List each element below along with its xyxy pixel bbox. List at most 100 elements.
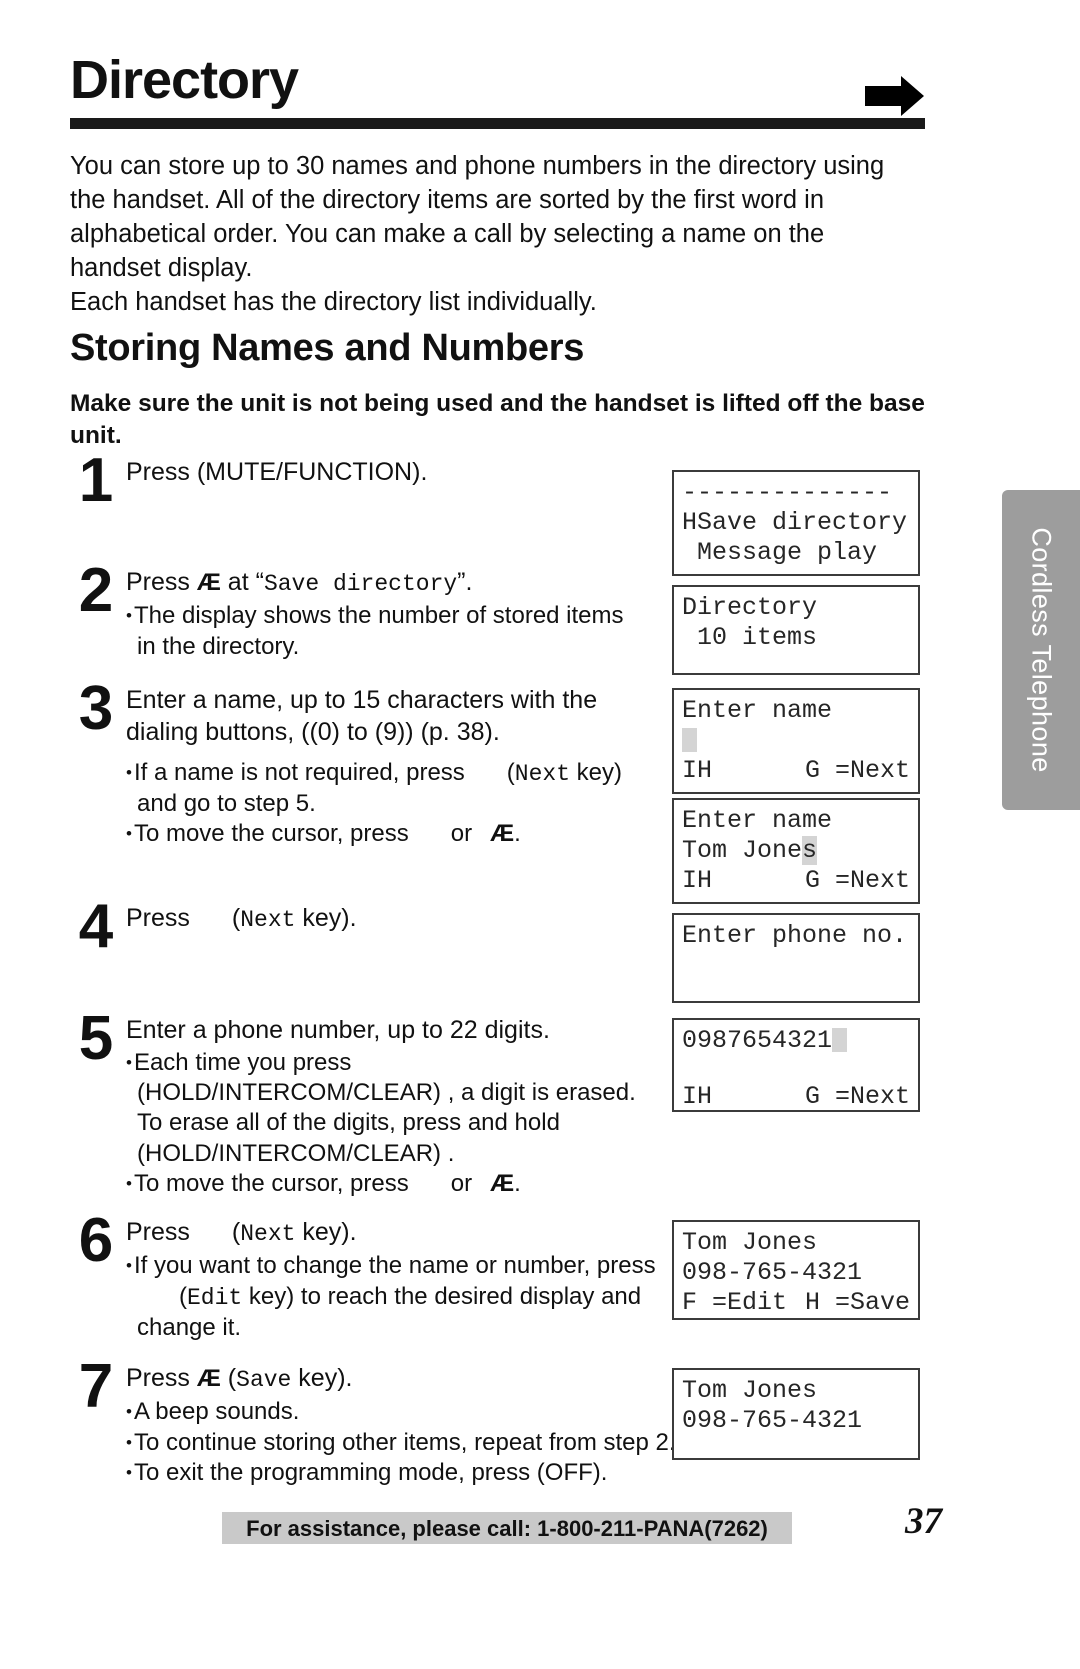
step-6-lead-post: key).	[295, 1218, 357, 1246]
step-3-bullet-1-pre: If a name is not required, press	[133, 759, 465, 786]
step-body: Press Æ (Save key). A beep sounds. To co…	[126, 1362, 746, 1488]
step-body: Press Æ at “Save directory”. The display…	[126, 566, 706, 662]
side-tab-cordless-telephone: Cordless Telephone	[1002, 490, 1080, 810]
step-6-lead-pre: Press	[126, 1218, 190, 1246]
step-6-bullet-1: If you want to change the name or number…	[126, 1251, 726, 1281]
display-line: 098-765-4321	[682, 1406, 863, 1435]
step-5-lead: Enter a phone number, up to 22 digits.	[126, 1016, 550, 1044]
entered-name: Tom Jone	[682, 836, 803, 865]
intro-paragraph-2: Each handset has the directory list indi…	[70, 287, 597, 316]
step-6-bullet-1-cont-1-post: key) to reach the desired display and	[242, 1282, 642, 1310]
display-line: Message play	[682, 538, 878, 567]
display-save-directory: -------------- HSave directory Message p…	[672, 470, 920, 576]
display-line: Directory	[682, 593, 818, 622]
display-status-left: F =Edit	[682, 1288, 788, 1317]
step-5-bullet-1: Each time you press	[126, 1048, 706, 1078]
page-title: Directory	[70, 50, 299, 110]
section-title: Storing Names and Numbers	[70, 327, 585, 369]
step-6-bullet-1-cont-2: change it.	[137, 1313, 242, 1341]
display-status-left: IH	[682, 866, 713, 895]
display-cursor-line	[674, 726, 918, 756]
save-key-literal: Save	[236, 1367, 292, 1393]
right-soft-key-icon: Æ	[196, 1365, 221, 1392]
step-number: 3	[78, 674, 114, 743]
step-3-bullet-2-post: .	[514, 820, 521, 848]
display-line: Enter phone no.	[682, 921, 908, 950]
display-status-line: IH G =Next	[674, 1082, 918, 1112]
page-number: 37	[905, 1501, 942, 1542]
display-status-left: IH	[682, 1082, 713, 1111]
display-enter-name-empty: Enter name IH G =Next	[672, 688, 920, 794]
step-number: 6	[78, 1206, 114, 1275]
right-soft-key-icon: Æ	[196, 569, 221, 596]
display-confirm: Tom Jones 098-765-4321 F =Edit H =Save	[672, 1220, 920, 1320]
text-cursor-char: s	[802, 836, 818, 865]
entered-phone-number: 0987654321	[682, 1026, 833, 1055]
section-note: Make sure the unit is not being used and…	[70, 390, 925, 449]
step-1-lead-pre: Press	[126, 458, 197, 486]
step-number: 4	[78, 892, 114, 961]
step-4-lead-post: key).	[295, 904, 357, 932]
title-rule	[70, 118, 925, 129]
display-line: --------------	[682, 478, 893, 507]
edit-key-literal: Edit	[187, 1284, 243, 1311]
right-soft-key-icon: Æ	[490, 820, 515, 848]
step-7-bullet-2: To continue storing other items, repeat …	[126, 1428, 746, 1458]
right-arrow-icon	[865, 76, 924, 116]
step-7-lead-post: key).	[291, 1364, 353, 1392]
step-3-bullet-1-paren: (	[506, 759, 515, 786]
step-number: 7	[78, 1352, 114, 1421]
next-key-literal: Next	[240, 907, 296, 933]
display-directory-count: Directory 10 items	[672, 585, 920, 675]
step-3-bullet-2-mid: or	[450, 820, 473, 848]
step-2-lead-mid: at “	[220, 568, 264, 596]
display-line: Enter name	[682, 806, 833, 835]
display-line: Enter name	[682, 696, 833, 725]
step-body: Enter a phone number, up to 22 digits. E…	[126, 1014, 706, 1199]
display-phone-number: 0987654321 IH G =Next	[672, 1018, 920, 1112]
display-enter-name-tom: Enter name Tom Jones IH G =Next	[672, 798, 920, 904]
intro-paragraph-1: You can store up to 30 names and phone n…	[70, 152, 885, 282]
step-7-lead-pre: Press	[126, 1364, 197, 1392]
step-5-bullet-1-cont-2: To erase all of the digits, press and ho…	[137, 1109, 560, 1137]
manual-page: Cordless Telephone Directory You can sto…	[0, 0, 1080, 1669]
step-2-bullet-1: The display shows the number of stored i…	[126, 601, 706, 631]
assistance-text: For assistance, please call: 1-800-211-P…	[246, 1516, 768, 1541]
display-name-line: Tom Jones	[674, 836, 918, 866]
step-7-bullet-3: To exit the programming mode, press (OFF…	[126, 1458, 746, 1488]
display-status-left: IH	[682, 756, 713, 785]
display-status-line: F =Edit H =Save	[674, 1288, 918, 1318]
step-3-lead-line-2-post: (p. 38).	[413, 718, 500, 746]
step-number: 2	[78, 556, 114, 625]
step-body: Press (MUTE/FUNCTION).	[126, 456, 706, 488]
intro-text: You can store up to 30 names and phone n…	[70, 150, 920, 320]
step-5-bullet-2: To move the cursor, press or Æ.	[126, 1169, 706, 1199]
step-3-bullet-1-post: key)	[570, 759, 623, 786]
step-2-lead-pre: Press	[126, 568, 197, 596]
display-enter-phone: Enter phone no.	[672, 913, 920, 1003]
display-status-right: G =Next	[804, 866, 910, 895]
mute-function-key: (MUTE/FUNCTION)	[196, 458, 421, 486]
text-cursor-icon	[832, 1028, 848, 1052]
side-tab-label: Cordless Telephone	[1026, 527, 1057, 773]
step-1-lead-post: .	[420, 458, 428, 486]
step-6-paren: (	[231, 1218, 241, 1246]
text-cursor-icon	[682, 728, 697, 752]
step-body: Press (Next key).	[126, 902, 706, 935]
display-line: 098-765-4321	[682, 1258, 863, 1287]
display-status-right: H =Save	[804, 1288, 910, 1317]
step-5-bullet-2-pre: To move the cursor, press	[133, 1169, 409, 1197]
page-header: Directory	[70, 50, 925, 116]
step-body: Press(Next key). If you want to change t…	[126, 1216, 726, 1343]
step-3-bullet-1: If a name is not required, press (Next ke…	[126, 758, 706, 789]
step-5-bullet-1-cont-1: (HOLD/INTERCOM/CLEAR) , a digit is erase…	[137, 1079, 636, 1107]
display-number-line: 0987654321	[674, 1026, 918, 1056]
display-line: 10 items	[682, 623, 818, 652]
display-status-right: G =Next	[804, 1082, 910, 1111]
step-body: Enter a name, up to 15 characters with t…	[126, 684, 706, 849]
step-3-bullet-2: To move the cursor, press or Æ.	[126, 819, 706, 849]
step-3-lead-line-2-pre: dialing buttons,	[126, 718, 302, 746]
step-5-bullet-2-mid: or	[450, 1169, 473, 1197]
step-6-bullet-1-cont-1: (Edit key) to reach the desired display …	[126, 1282, 726, 1313]
display-line: Tom Jones	[682, 1376, 818, 1405]
